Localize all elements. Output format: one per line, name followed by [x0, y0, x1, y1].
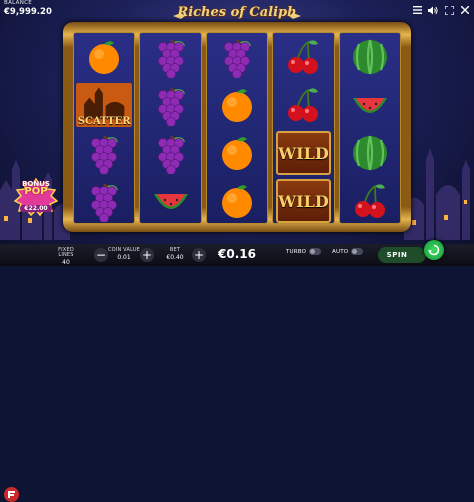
watermelon-icon: [352, 135, 387, 171]
cherry-icon: [354, 184, 385, 218]
logo-ornament-right-icon: [289, 13, 301, 19]
watermelon-icon: [352, 39, 387, 75]
symbol-watermelon: [340, 129, 400, 177]
top-bar: BALANCE €9,999.20 Riches of Caliph: [0, 0, 474, 22]
win-amount: €0.16: [218, 247, 256, 261]
fixed-lines-label: FIXED LINES: [58, 247, 74, 258]
fixed-lines-value: 40: [62, 259, 70, 266]
cherry-icon: [288, 88, 319, 122]
bottom-bar: FIXED LINES 40 − COIN VALUE 0.01 + BET €…: [0, 244, 474, 502]
reel-5: [338, 32, 402, 225]
scatter-label: SCATTER: [77, 116, 131, 127]
balance-label: BALANCE: [4, 0, 33, 6]
sound-icon: [428, 6, 438, 14]
plus-icon: +: [193, 248, 205, 262]
coin-value-label: COIN VALUE: [107, 247, 141, 253]
bet: BET €0.40: [162, 248, 188, 261]
fullscreen-icon: [444, 5, 454, 15]
spin-round-button[interactable]: [424, 240, 444, 260]
coin-value-value: 0.01: [117, 254, 131, 261]
reel-1: SCATTER: [73, 32, 136, 225]
symbol-watermelon: [340, 81, 400, 129]
spin-label: SPIN: [386, 251, 408, 259]
bonus-title-line2: POP: [24, 186, 48, 197]
symbol-grapes: [140, 33, 200, 81]
cherry-icon: [288, 40, 319, 74]
bonus-amount: €22.00: [20, 205, 52, 212]
wild-label: WILD: [278, 191, 329, 211]
symbol-grapes: [207, 33, 267, 81]
wild-label: WILD: [278, 143, 329, 163]
fullscreen-button[interactable]: [442, 3, 456, 17]
symbol-wild: WILD: [273, 129, 333, 177]
symbol-wild: WILD: [273, 177, 333, 225]
close-button[interactable]: [458, 3, 472, 17]
auto-toggle[interactable]: AUTO: [332, 248, 364, 255]
minus-icon: −: [95, 248, 107, 262]
provider-logo[interactable]: [4, 487, 19, 502]
balance-value: €9,999.20: [4, 6, 52, 17]
bonus-pop-badge[interactable]: BONUS POP €22.00: [14, 178, 58, 216]
game-title: Riches of Caliph: [177, 5, 297, 20]
wild-tile: WILD: [276, 179, 331, 223]
orange-icon: [89, 41, 120, 74]
reel-3: [205, 32, 269, 225]
grapes-icon: [157, 87, 185, 126]
symbol-watermelon: [340, 33, 400, 81]
coin-value-increase-button[interactable]: +: [140, 248, 154, 262]
bonus-title: BONUS POP: [14, 180, 58, 197]
reel-4: WILD WILD: [272, 32, 335, 225]
symbol-orange: [207, 129, 267, 177]
bet-label: BET: [169, 247, 181, 253]
symbol-orange: [74, 33, 134, 81]
spin-arrows-icon: [428, 244, 440, 256]
logo-ornament-left-icon: [173, 13, 185, 19]
turbo-label: TURBO: [286, 248, 307, 255]
symbol-scatter: SCATTER: [74, 81, 134, 129]
sound-button[interactable]: [426, 3, 440, 17]
symbol-orange: [207, 81, 267, 129]
orange-icon: [222, 185, 253, 218]
turbo-switch[interactable]: [309, 248, 322, 255]
orange-icon: [222, 89, 253, 122]
reel-2: [139, 32, 202, 225]
symbol-cherry: [340, 177, 400, 225]
symbol-orange: [207, 177, 267, 225]
watermelon-icon: [352, 98, 387, 113]
watermelon-icon: [153, 194, 188, 209]
spin-button[interactable]: SPIN: [378, 247, 426, 263]
symbol-cherry: [273, 33, 333, 81]
auto-switch[interactable]: [351, 248, 364, 255]
grapes-icon: [157, 39, 185, 78]
turbo-toggle[interactable]: TURBO: [286, 248, 322, 255]
fixed-lines: FIXED LINES 40: [52, 248, 80, 266]
grapes-icon: [91, 135, 119, 174]
auto-label: AUTO: [332, 248, 349, 255]
bet-increase-button[interactable]: +: [192, 248, 206, 262]
symbol-grapes: [74, 129, 134, 177]
symbol-grapes: [140, 81, 200, 129]
grapes-icon: [224, 39, 252, 78]
menu-icon: [412, 6, 422, 14]
menu-button[interactable]: [410, 3, 424, 17]
symbol-cherry: [273, 81, 333, 129]
reels-area: SCATTER WILD WILD: [73, 32, 402, 225]
bet-value: €0.40: [166, 254, 184, 261]
logo-icon: [8, 491, 15, 498]
grapes-icon: [91, 183, 119, 222]
palace-skyline-right: [404, 148, 470, 240]
symbol-grapes: [140, 129, 200, 177]
balance-display: BALANCE €9,999.20: [4, 0, 52, 17]
orange-icon: [222, 137, 253, 170]
symbol-grapes: [74, 177, 134, 225]
close-icon: [461, 6, 469, 14]
grapes-icon: [157, 135, 185, 174]
coin-value: COIN VALUE 0.01: [106, 248, 142, 261]
symbol-watermelon: [140, 177, 200, 225]
plus-icon: +: [141, 248, 153, 262]
wild-tile: WILD: [276, 131, 331, 175]
